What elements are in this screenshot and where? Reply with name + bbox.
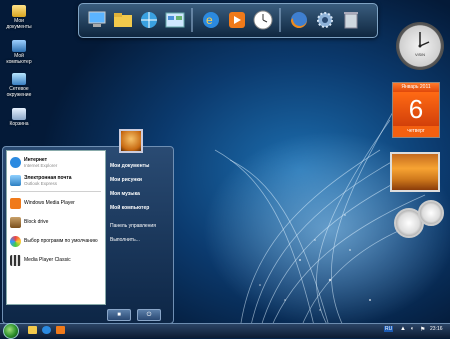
dock-network-icon[interactable] <box>137 8 161 32</box>
mail-icon <box>10 174 21 186</box>
taskbar-ie-icon[interactable] <box>42 326 51 334</box>
clock-gadget[interactable]: ViSiN <box>396 22 444 70</box>
calendar-month-year: Январь 2011 <box>393 83 439 92</box>
taskbar-folder-icon[interactable] <box>28 326 37 334</box>
start-menu-item-internet[interactable]: Интернет Internet Explorer <box>7 153 105 171</box>
menu-item-title: Выбор программ по умолчанию <box>24 238 98 244</box>
dock-separator <box>191 8 193 32</box>
shutdown-button[interactable]: ⏻ <box>137 309 161 321</box>
block-drive-icon <box>10 216 21 228</box>
dock-separator <box>279 8 281 32</box>
dock-folder-icon[interactable] <box>111 8 135 32</box>
desktop-icon-my-computer[interactable]: Мой компьютер <box>2 40 36 65</box>
recycle-bin-icon <box>12 108 26 120</box>
lock-icon: ■ <box>117 312 121 318</box>
menu-item-title: Windows Media Player <box>24 200 75 206</box>
places-item-pictures[interactable]: Мои рисунки <box>110 177 142 183</box>
memory-meter-gadget[interactable] <box>418 200 444 226</box>
tray-volume-icon[interactable]: ◖ <box>410 326 414 332</box>
menu-divider <box>11 191 101 192</box>
places-item-control-panel[interactable]: Панель управления <box>110 223 156 229</box>
dock-settings-icon[interactable] <box>313 8 337 32</box>
places-item-documents[interactable]: Мои документы <box>110 163 149 169</box>
start-menu-places-pane: Мои документы Мои рисунки Моя музыка Мой… <box>105 147 173 307</box>
start-menu-item-default-programs[interactable]: Выбор программ по умолчанию <box>7 232 105 250</box>
menu-item-title: Интернет <box>24 156 48 163</box>
media-player-classic-icon <box>10 254 21 266</box>
start-menu-item-email[interactable]: Электронная почта Outlook Express <box>7 171 105 189</box>
taskbar <box>0 323 450 338</box>
computer-icon <box>12 40 26 52</box>
lock-button[interactable]: ■ <box>107 309 131 321</box>
user-avatar[interactable] <box>119 129 143 153</box>
taskbar-clock[interactable]: 23:16 <box>430 326 443 332</box>
default-programs-icon <box>10 235 21 247</box>
menu-item-title: Block drive <box>24 219 49 225</box>
clock-brand-label: ViSiN <box>415 52 425 57</box>
dock-clock-icon[interactable] <box>251 8 275 32</box>
svg-text:e: e <box>206 13 213 27</box>
dock-trash-icon[interactable] <box>339 8 363 32</box>
desktop-icon-label: Мой компьютер <box>6 53 32 65</box>
menu-item-subtitle: Outlook Express <box>24 180 58 186</box>
dock-internet-explorer-icon[interactable]: e <box>199 8 223 32</box>
start-menu: Интернет Internet Explorer Электронная п… <box>2 146 174 324</box>
dock-bar: e <box>78 3 378 38</box>
start-menu-item-wmp[interactable]: Windows Media Player <box>7 194 105 212</box>
all-programs-button[interactable]: Все программы ▶ <box>6 293 104 304</box>
desktop-icon-label: Сетевое окружение <box>6 86 32 98</box>
desktop-icon-recycle-bin[interactable]: Корзина <box>2 108 36 127</box>
menu-item-subtitle: Internet Explorer <box>24 162 58 168</box>
start-menu-item-block-drive[interactable]: Block drive <box>7 213 105 231</box>
start-menu-item-mpc[interactable]: Media Player Classic <box>7 251 105 269</box>
start-menu-programs-pane: Интернет Internet Explorer Электронная п… <box>6 150 106 305</box>
dock-firefox-icon[interactable] <box>287 8 311 32</box>
calendar-gadget[interactable]: Январь 2011 6 четверг <box>392 82 440 138</box>
tray-network-icon[interactable]: ▲ <box>400 326 406 332</box>
places-item-run[interactable]: Выполнить... <box>110 237 140 243</box>
photo-gadget[interactable] <box>390 152 440 192</box>
all-programs-label: Все программы <box>22 295 62 301</box>
calendar-weekday: четверг <box>393 126 439 137</box>
language-indicator[interactable]: RU <box>384 326 394 332</box>
folder-documents-icon <box>12 5 26 17</box>
taskbar-media-icon[interactable] <box>56 326 65 334</box>
internet-explorer-icon <box>10 156 21 168</box>
tray-flag-icon[interactable]: ⚑ <box>420 326 425 333</box>
power-icon: ⏻ <box>146 311 152 318</box>
dock-computer-icon[interactable] <box>85 8 109 32</box>
media-player-icon <box>10 197 21 209</box>
desktop-icon-label: Мои документы <box>6 18 32 30</box>
arrow-right-icon: ▶ <box>72 295 77 301</box>
desktop-icon-label: Корзина <box>9 121 29 127</box>
desktop-icon-my-documents[interactable]: Мои документы <box>2 5 36 30</box>
desktop-icon-network[interactable]: Сетевое окружение <box>2 73 36 98</box>
menu-item-title: Media Player Classic <box>24 257 71 263</box>
calendar-day: 6 <box>393 92 439 126</box>
places-item-computer[interactable]: Мой компьютер <box>110 205 149 211</box>
dock-media-player-icon[interactable] <box>225 8 249 32</box>
places-item-music[interactable]: Моя музыка <box>110 191 140 197</box>
menu-item-title: Электронная почта <box>24 174 72 181</box>
network-icon <box>12 73 26 85</box>
dock-control-panel-icon[interactable] <box>163 8 187 32</box>
